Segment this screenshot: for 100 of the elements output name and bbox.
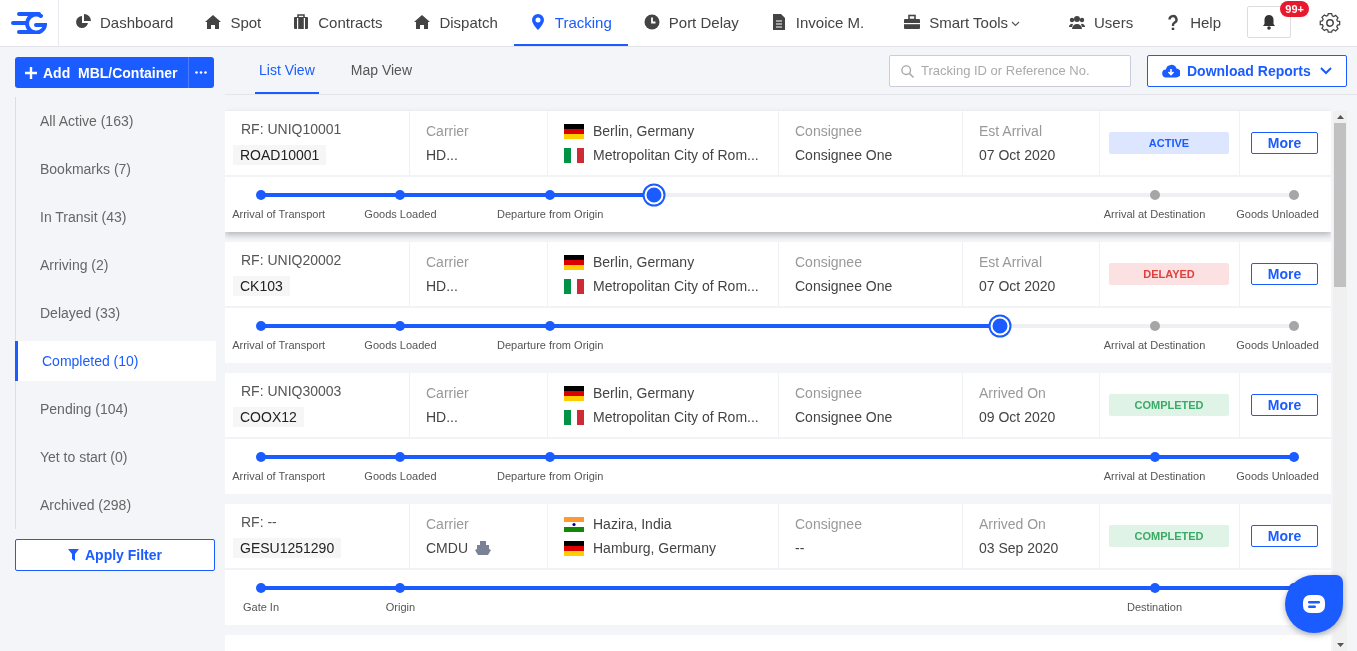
shipment-card[interactable]: RF: -- GESU1251290 Carrier CMDU Hazira, India Hamburg, Germany Consignee -- Arrived On 03 Sep 2020 COMPLETED More Gate In Origin Destination [225,504,1331,625]
carrier-name: HD... [426,147,458,163]
step-label: Arrival at Destination [1103,470,1206,482]
filter-item[interactable]: Pending (104) [16,385,216,433]
location-name: Hamburg, Germany [593,540,716,556]
shipment-card[interactable] [225,242,1331,363]
bell-icon [1262,14,1276,30]
nav-tab[interactable]: Contracts [277,0,399,46]
consignee-label: Consignee [795,254,863,270]
filter-item[interactable]: Bookmarks (7) [16,145,216,193]
date-value: 03 Sep 2020 [979,540,1060,556]
consignee-label: Consignee [795,516,863,532]
date-value: 09 Oct 2020 [979,409,1057,425]
chat-icon [1302,594,1326,614]
step-label: Arrival at Destination [1103,208,1206,220]
carrier-name: CMDU [426,540,468,556]
step-label: Origin [385,601,416,613]
add-container-button[interactable]: Add MBL/Container [15,57,188,88]
chat-button[interactable] [1285,575,1343,633]
carrier-name: HD... [426,409,458,425]
consignee-label: Consignee [795,385,863,401]
house-icon [414,14,431,30]
step-label: Arrival of Transport [232,339,326,351]
consignee-name: -- [795,540,806,556]
more-button[interactable]: More [1251,394,1318,416]
shipment-card[interactable] [225,111,1331,232]
reference-number: RF: UNIQ20002 [241,252,343,268]
ellipsis-icon [195,71,208,74]
document-icon [770,14,787,30]
step-label: Destination [1127,601,1183,613]
filter-item[interactable]: Arriving (2) [16,241,216,289]
carrier-label: Carrier [426,516,470,532]
reference-number: RF: -- [241,514,278,530]
plus-icon [25,66,37,79]
scrollbar-thumb[interactable] [1334,123,1346,287]
view-tab[interactable]: Map View [346,47,416,94]
nav-tab[interactable]: Invoice M. [754,0,881,46]
step-label: Goods Unloaded [1236,208,1319,220]
date-label: Arrived On [979,385,1047,401]
caret-down-icon [1011,21,1021,27]
step-label: Departure from Origin [497,470,604,482]
carrier-label: Carrier [426,123,470,139]
nav-tab[interactable]: Users [1052,0,1150,46]
nav-tab[interactable]: Tracking [513,0,628,46]
more-button[interactable]: More [1251,525,1318,547]
nav-tab[interactable]: Dispatch [398,0,514,46]
search-icon [901,64,914,78]
shipment-card[interactable] [225,373,1331,494]
nav-tab[interactable]: Smart Tools [880,0,1037,46]
view-tab[interactable]: List View [255,47,319,94]
download-reports-button[interactable]: Download Reports [1147,54,1347,87]
step-label: Departure from Origin [497,339,604,351]
nav-tab[interactable]: Spot [189,0,278,46]
clock-icon [643,14,660,30]
location-name: Hazira, India [593,516,672,532]
step-label: Departure from Origin [497,208,604,220]
more-button[interactable]: More [1251,263,1318,285]
date-label: Est Arrival [979,123,1043,139]
location-name: Berlin, Germany [593,385,695,401]
location-name: Metropolitan City of Rom... [593,278,759,294]
step-label: Goods Loaded [364,208,437,220]
scrollbar[interactable] [1333,111,1347,651]
briefcase-icon [293,14,310,30]
settings-icon [1319,12,1341,34]
filter-item[interactable]: Delayed (33) [16,289,216,337]
filter-item[interactable]: In Transit (43) [16,193,216,241]
search-field[interactable]: Tracking ID or Reference No. [889,54,1131,87]
filter-item[interactable]: Archived (298) [16,481,216,529]
logo-icon [11,12,47,34]
carrier-label: Carrier [426,254,470,270]
container-id: COOX12 [233,407,304,427]
toolbox-icon [904,14,921,30]
reference-number: RF: UNIQ10001 [241,121,343,137]
filter-item[interactable]: Yet to start (0) [16,433,216,481]
apply-filter-button[interactable]: Apply Filter [15,539,215,571]
filter-item[interactable]: All Active (163) [16,97,216,145]
carrier-name: HD... [426,278,458,294]
nav-tab[interactable]: Dashboard [59,0,190,46]
step-label: Gate In [242,601,280,613]
location-name: Metropolitan City of Rom... [593,147,759,163]
date-value: 07 Oct 2020 [979,278,1057,294]
more-options-button[interactable] [187,57,214,88]
nav-tab[interactable]: Port Delay [627,0,755,46]
filter-item[interactable]: Completed (10) [15,341,216,381]
container-id: ROAD10001 [233,145,327,165]
status-badge: ACTIVE [1109,132,1229,154]
reference-number: RF: UNIQ30003 [241,383,343,399]
pie-chart-icon [75,14,91,30]
status-badge: COMPLETED [1109,394,1229,416]
step-label: Goods Loaded [364,339,437,351]
step-label: Goods Unloaded [1236,339,1319,351]
nav-tab[interactable]: Help [1149,0,1237,46]
date-value: 07 Oct 2020 [979,147,1057,163]
house-icon [205,14,222,30]
more-button[interactable]: More [1251,132,1318,154]
container-id: GESU1251290 [233,538,342,558]
scroll-up-icon [1336,115,1344,119]
step-label: Arrival of Transport [232,470,326,482]
location-name: Metropolitan City of Rom... [593,409,759,425]
step-label: Arrival at Destination [1103,339,1206,351]
